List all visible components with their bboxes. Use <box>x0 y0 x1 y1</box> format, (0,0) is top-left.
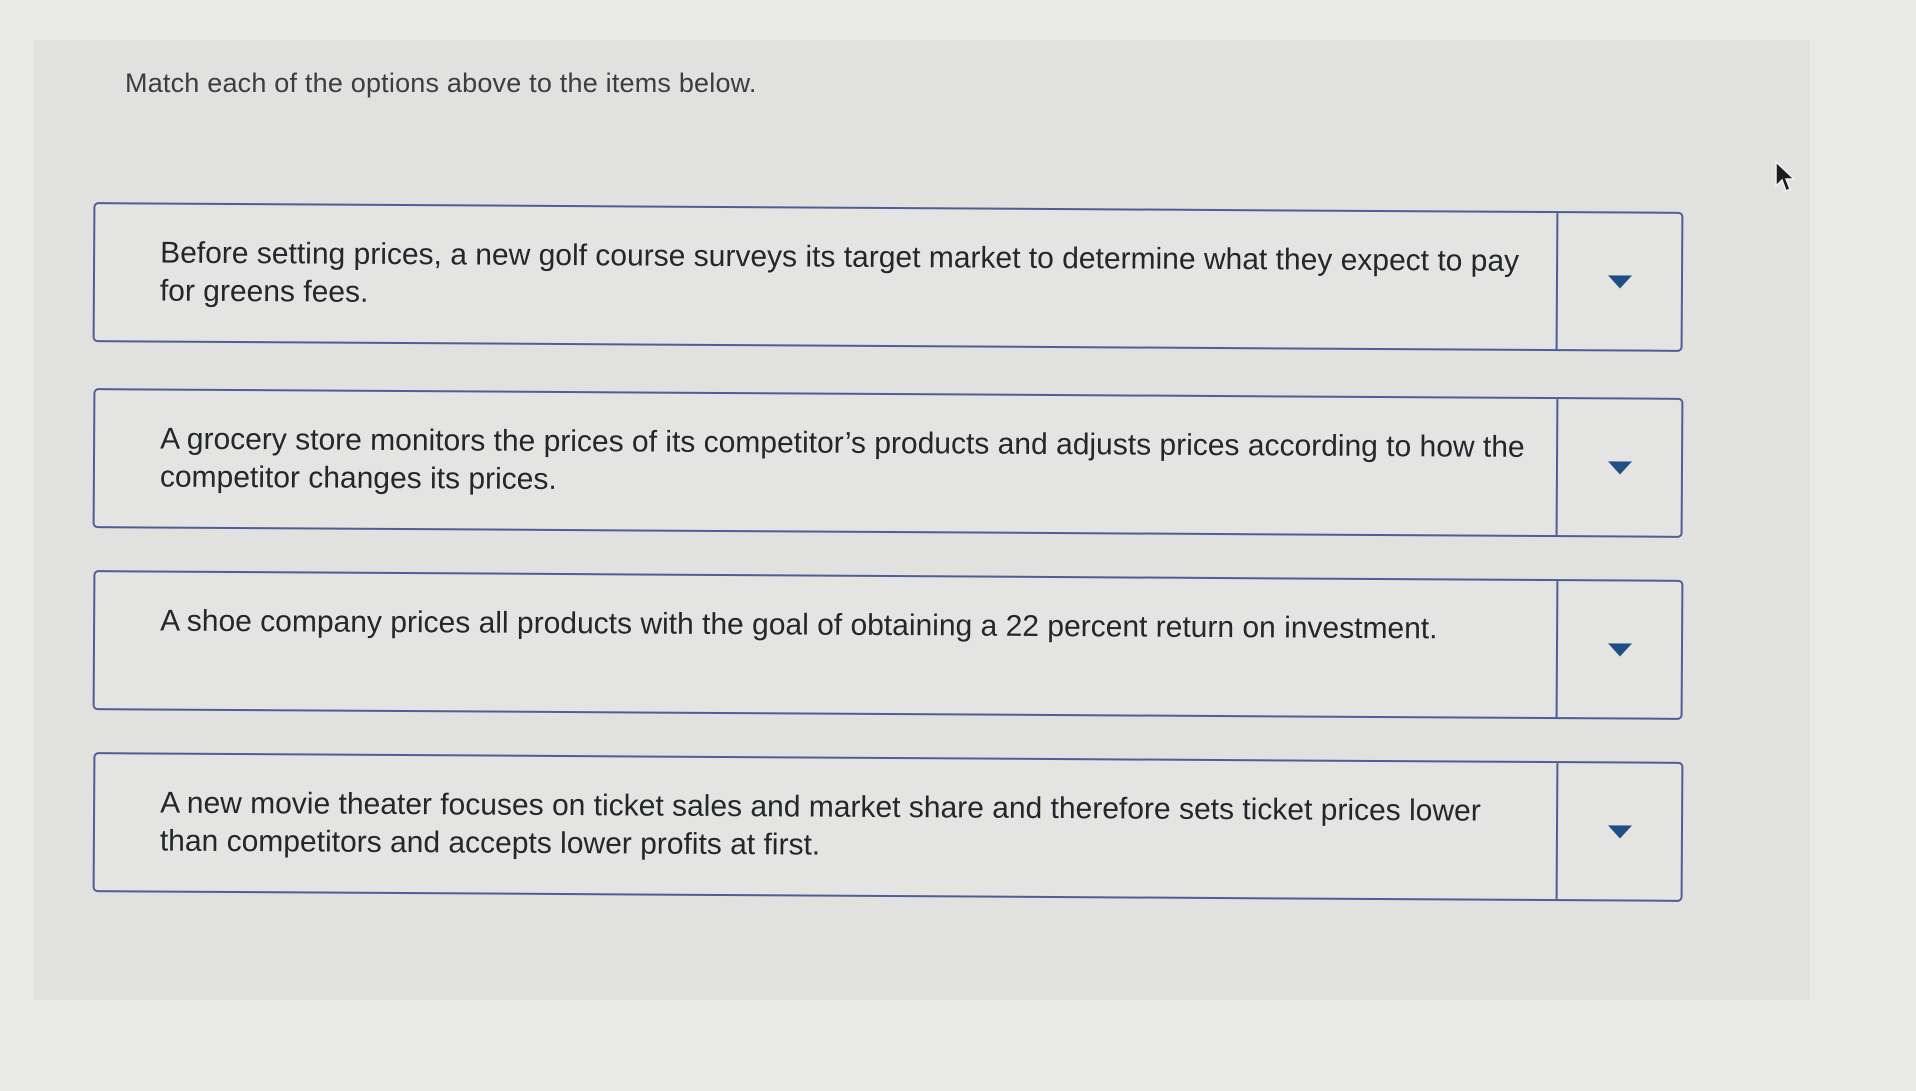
match-item-3: A shoe company prices all products with … <box>92 570 1684 720</box>
match-item-text: A new movie theater focuses on ticket sa… <box>159 786 1481 862</box>
match-item-text: A grocery store monitors the prices of i… <box>159 422 1525 496</box>
match-dropdown-4[interactable] <box>1555 763 1682 900</box>
match-item-text: Before setting prices, a new golf course… <box>159 236 1520 309</box>
chevron-down-icon <box>1607 643 1632 657</box>
instruction-text: Match each of the options above to the i… <box>125 68 757 98</box>
chevron-down-icon <box>1607 461 1632 475</box>
mouse-pointer-icon <box>1775 160 1796 193</box>
match-dropdown-3[interactable] <box>1555 581 1682 718</box>
chevron-down-icon <box>1607 825 1632 839</box>
match-dropdown-2[interactable] <box>1555 399 1682 536</box>
match-dropdown-1[interactable] <box>1555 213 1682 350</box>
match-item-text: A shoe company prices all products with … <box>160 604 1438 646</box>
match-item-4: A new movie theater focuses on ticket sa… <box>92 752 1684 902</box>
match-item-1: Before setting prices, a new golf course… <box>92 202 1684 352</box>
chevron-down-icon <box>1607 275 1632 289</box>
match-item-2: A grocery store monitors the prices of i… <box>92 388 1684 538</box>
